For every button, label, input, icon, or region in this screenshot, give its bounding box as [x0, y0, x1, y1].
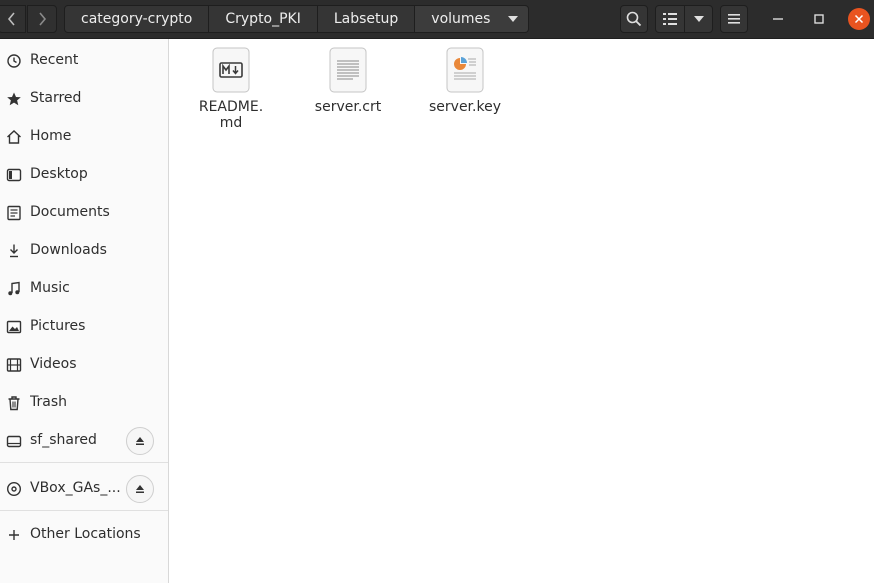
picture-icon — [6, 320, 22, 334]
hamburger-menu-icon — [728, 14, 740, 24]
sidebar-item-recent[interactable]: Recent — [0, 43, 168, 79]
sidebar-item-label: Home — [30, 128, 72, 144]
back-button[interactable] — [0, 5, 26, 33]
sidebar-item-label: Videos — [30, 356, 77, 372]
chevron-right-icon — [39, 12, 47, 26]
drive-icon — [6, 435, 22, 448]
sidebar-item-label: Trash — [30, 394, 67, 410]
document-icon — [7, 205, 21, 221]
sidebar-item-pictures[interactable]: Pictures — [0, 309, 168, 345]
path-crumb-volumes[interactable]: volumes — [415, 5, 530, 33]
sidebar-item-videos[interactable]: Videos — [0, 347, 168, 383]
optical-disc-icon — [6, 481, 22, 497]
minimize-icon — [773, 18, 783, 20]
maximize-icon — [814, 14, 824, 24]
path-crumb-labsetup[interactable]: Labsetup — [317, 5, 416, 33]
desktop-icon — [6, 168, 22, 182]
eject-icon — [136, 485, 144, 493]
header-bar: category-crypto Crypto_PKI Labsetup volu… — [0, 0, 874, 39]
sidebar-item-sf-shared[interactable]: sf_shared — [0, 423, 168, 459]
eject-icon — [136, 437, 144, 445]
music-icon — [8, 281, 20, 296]
chevron-left-icon — [7, 12, 15, 26]
file-name: server.crt — [314, 99, 382, 115]
sidebar-item-label: Starred — [30, 90, 82, 106]
sidebar-item-label: Recent — [30, 52, 79, 68]
file-item-server-crt[interactable]: server.crt — [293, 39, 403, 115]
file-view: README. md server.crt server.key — [170, 39, 874, 583]
sidebar-item-trash[interactable]: Trash — [0, 385, 168, 421]
sidebar: Recent Starred Home Desktop Documents Do… — [0, 39, 169, 583]
sidebar-item-music[interactable]: Music — [0, 271, 168, 307]
sidebar-separator — [0, 462, 168, 463]
sidebar-item-starred[interactable]: Starred — [0, 81, 168, 117]
path-bar: category-crypto Crypto_PKI Labsetup volu… — [64, 5, 530, 33]
sidebar-item-label: Pictures — [30, 318, 86, 334]
path-crumb-crypto-pki[interactable]: Crypto_PKI — [209, 5, 318, 33]
sidebar-item-documents[interactable]: Documents — [0, 195, 168, 231]
file-name: server.key — [429, 99, 501, 115]
sidebar-item-label: Downloads — [30, 242, 107, 258]
sidebar-item-label: Documents — [30, 204, 110, 220]
trash-icon — [8, 396, 20, 411]
file-name: README. md — [198, 99, 264, 131]
download-icon — [10, 244, 18, 258]
caret-down-icon — [508, 16, 519, 22]
file-item-readme[interactable]: README. md — [176, 39, 286, 131]
minimize-button[interactable] — [767, 8, 789, 30]
sidebar-item-label: VBox_GAs_... — [30, 480, 121, 496]
plus-icon — [9, 530, 19, 540]
sidebar-item-vbox-gas[interactable]: VBox_GAs_... — [0, 471, 168, 507]
file-item-server-key[interactable]: server.key — [410, 39, 520, 115]
eject-button[interactable] — [126, 475, 154, 503]
eject-button[interactable] — [126, 427, 154, 455]
close-button[interactable] — [848, 8, 870, 30]
sidebar-item-label: Music — [30, 280, 70, 296]
path-crumb-volumes-label: volumes — [431, 11, 491, 27]
sidebar-item-label: Other Locations — [30, 526, 141, 542]
star-icon — [7, 92, 21, 106]
caret-down-icon — [693, 16, 704, 22]
video-icon — [6, 358, 22, 372]
sidebar-item-other-locations[interactable]: Other Locations — [0, 517, 168, 553]
sidebar-item-label: sf_shared — [30, 432, 97, 448]
search-icon — [626, 11, 642, 27]
list-view-icon — [663, 13, 677, 25]
main-menu-button[interactable] — [720, 5, 748, 33]
clock-icon — [7, 54, 21, 68]
sidebar-item-label: Desktop — [30, 166, 88, 182]
view-options-button[interactable] — [684, 5, 713, 33]
sidebar-item-desktop[interactable]: Desktop — [0, 157, 168, 193]
sidebar-item-home[interactable]: Home — [0, 119, 168, 155]
close-icon — [854, 14, 864, 24]
forward-button[interactable] — [27, 5, 57, 33]
key-file-icon — [446, 47, 484, 93]
markdown-file-icon — [212, 47, 250, 93]
view-toggle-button[interactable] — [655, 5, 685, 33]
sidebar-item-downloads[interactable]: Downloads — [0, 233, 168, 269]
path-crumb-category-crypto[interactable]: category-crypto — [64, 5, 210, 33]
home-icon — [7, 130, 21, 144]
maximize-button[interactable] — [808, 8, 830, 30]
search-button[interactable] — [620, 5, 648, 33]
sidebar-separator — [0, 510, 168, 511]
text-file-icon — [329, 47, 367, 93]
